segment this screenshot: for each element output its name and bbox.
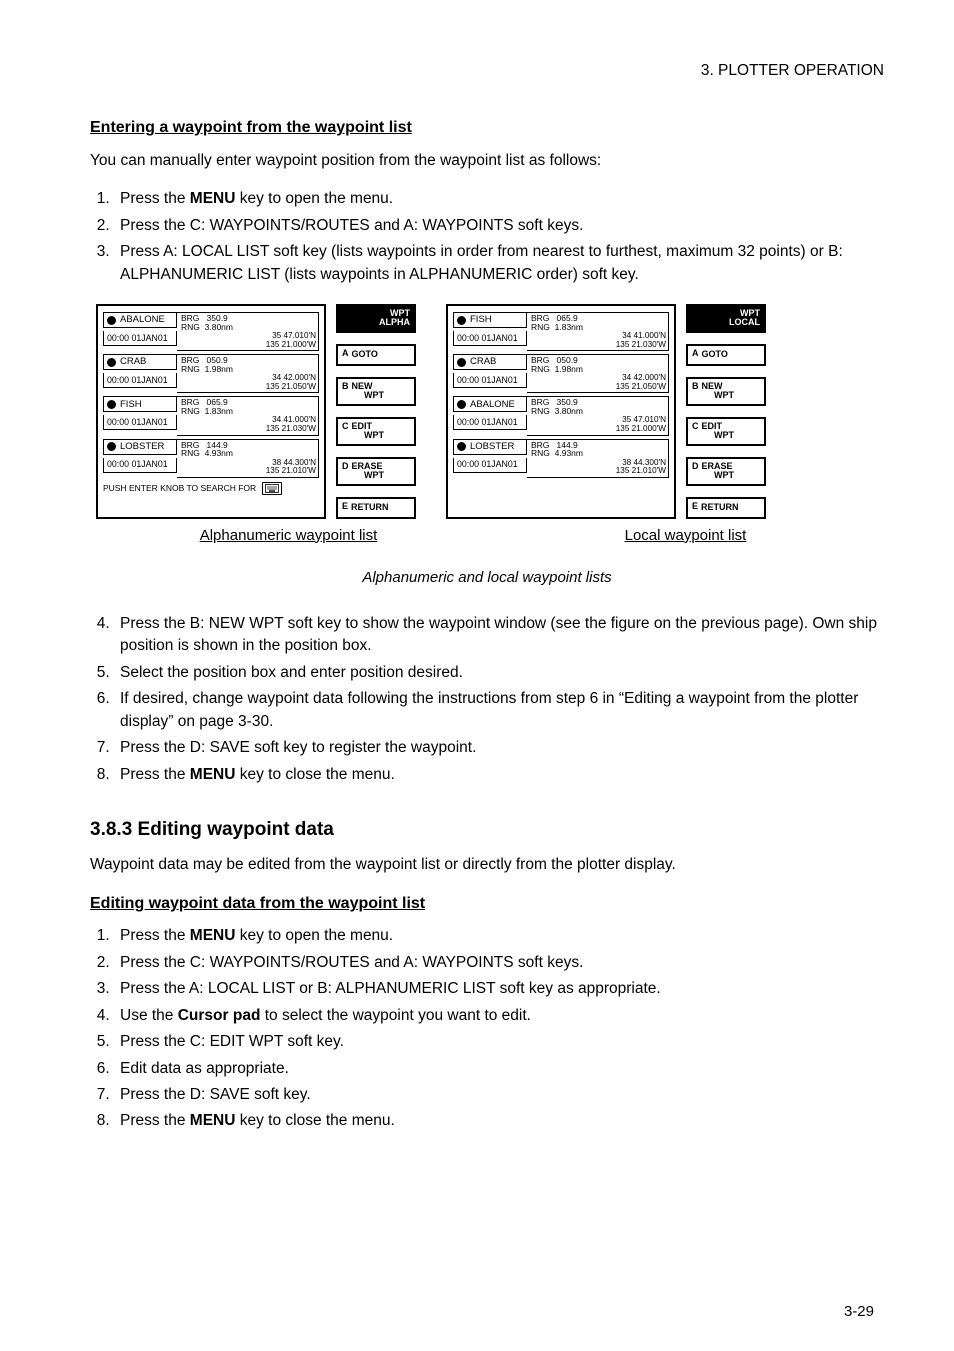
wpt-row: LOBSTERBRG 144.9RNG 4.93nm 00:00 01JAN01… (453, 439, 669, 478)
step: Press the C: WAYPOINTS/ROUTES and A: WAY… (114, 215, 884, 237)
softkey-c[interactable]: CEDIT WPT (336, 417, 416, 446)
step: Press the D: SAVE soft key. (114, 1084, 884, 1106)
softkey-d[interactable]: DERASE WPT (336, 457, 416, 486)
softkey-a[interactable]: AGOTO (686, 344, 766, 366)
step: Press the D: SAVE soft key to register t… (114, 737, 884, 759)
waypoint-mark-icon (457, 316, 466, 325)
step: Press the MENU key to open the menu. (114, 188, 884, 210)
steps-list-1b: Press the B: NEW WPT soft key to show th… (90, 613, 884, 786)
wpt-row: ABALONEBRG 350.9RNG 3.80nm 00:00 01JAN01… (453, 396, 669, 435)
step: Press the A: LOCAL LIST or B: ALPHANUMER… (114, 978, 884, 1000)
intro-paragraph-2: Waypoint data may be edited from the way… (90, 854, 884, 876)
softkey-c[interactable]: CEDIT WPT (686, 417, 766, 446)
softkey-b[interactable]: BNEW WPT (686, 377, 766, 406)
softkey-a[interactable]: AGOTO (336, 344, 416, 366)
listbox-alpha: ABALONEBRG 350.9RNG 3.80nm 00:00 01JAN01… (96, 304, 326, 519)
wpt-row: CRABBRG 050.9RNG 1.98nm 00:00 01JAN0134 … (453, 354, 669, 393)
intro-paragraph-1: You can manually enter waypoint position… (90, 150, 884, 172)
softkeys-local: WPTLOCAL AGOTO BNEW WPT CEDIT WPT DERASE… (686, 304, 766, 519)
figure-captions: Alphanumeric waypoint list Local waypoin… (90, 525, 884, 547)
caption-local: Local waypoint list (625, 527, 747, 544)
step: Use the Cursor pad to select the waypoin… (114, 1005, 884, 1027)
softkey-e[interactable]: ERETURN (686, 497, 766, 519)
softkey-b[interactable]: BNEW WPT (336, 377, 416, 406)
softkey-header: WPTALPHA (336, 304, 416, 333)
page-number: 3-29 (844, 1301, 874, 1323)
step: Edit data as appropriate. (114, 1058, 884, 1080)
step: Select the position box and enter positi… (114, 662, 884, 684)
softkey-d[interactable]: DERASE WPT (686, 457, 766, 486)
section-heading-1: Entering a waypoint from the waypoint li… (90, 116, 884, 139)
step: Press the MENU key to close the menu. (114, 764, 884, 786)
waypoint-mark-icon (107, 400, 116, 409)
steps-list-3: Press the MENU key to open the menu. Pre… (90, 925, 884, 1133)
wpt-row: ABALONEBRG 350.9RNG 3.80nm 00:00 01JAN01… (103, 312, 319, 351)
step: Press the MENU key to close the menu. (114, 1110, 884, 1132)
softkey-header: WPTLOCAL (686, 304, 766, 333)
caption-alpha: Alphanumeric waypoint list (200, 527, 378, 544)
step: Press the B: NEW WPT soft key to show th… (114, 613, 884, 658)
section-heading-3: Editing waypoint data from the waypoint … (90, 892, 884, 915)
wpt-row: CRABBRG 050.9RNG 1.98nm 00:00 01JAN0134 … (103, 354, 319, 393)
waypoint-mark-icon (457, 358, 466, 367)
section-heading-2: 3.8.3 Editing waypoint data (90, 816, 884, 844)
waypoint-mark-icon (457, 400, 466, 409)
waypoint-mark-icon (107, 442, 116, 451)
softkeys-alpha: WPTALPHA AGOTO BNEW WPT CEDIT WPT DERASE… (336, 304, 416, 519)
step: Press the MENU key to open the menu. (114, 925, 884, 947)
listbox-local: FISHBRG 065.9RNG 1.83nm 00:00 01JAN0134 … (446, 304, 676, 519)
steps-list-1: Press the MENU key to open the menu. Pre… (90, 188, 884, 286)
alphanumeric-panel: ABALONEBRG 350.9RNG 3.80nm 00:00 01JAN01… (96, 304, 416, 519)
waypoint-mark-icon (107, 316, 116, 325)
local-panel: FISHBRG 065.9RNG 1.83nm 00:00 01JAN0134 … (446, 304, 766, 519)
keyboard-icon (262, 482, 282, 495)
step: Press the C: WAYPOINTS/ROUTES and A: WAY… (114, 952, 884, 974)
running-header: 3. PLOTTER OPERATION (90, 60, 884, 82)
softkey-e[interactable]: ERETURN (336, 497, 416, 519)
waypoint-mark-icon (107, 358, 116, 367)
waypoint-mark-icon (457, 442, 466, 451)
figure-title: Alphanumeric and local waypoint lists (90, 567, 884, 589)
wpt-row: LOBSTERBRG 144.9RNG 4.93nm 00:00 01JAN01… (103, 439, 319, 478)
wpt-row: FISHBRG 065.9RNG 1.83nm 00:00 01JAN0134 … (453, 312, 669, 351)
wpt-row: FISHBRG 065.9RNG 1.83nm 00:00 01JAN0134 … (103, 396, 319, 435)
step: If desired, change waypoint data followi… (114, 688, 884, 733)
waypoint-list-diagram: ABALONEBRG 350.9RNG 3.80nm 00:00 01JAN01… (96, 304, 884, 519)
step: Press the C: EDIT WPT soft key. (114, 1031, 884, 1053)
step: Press A: LOCAL LIST soft key (lists wayp… (114, 241, 884, 286)
search-prompt: PUSH ENTER KNOB TO SEARCH FOR (103, 482, 319, 495)
